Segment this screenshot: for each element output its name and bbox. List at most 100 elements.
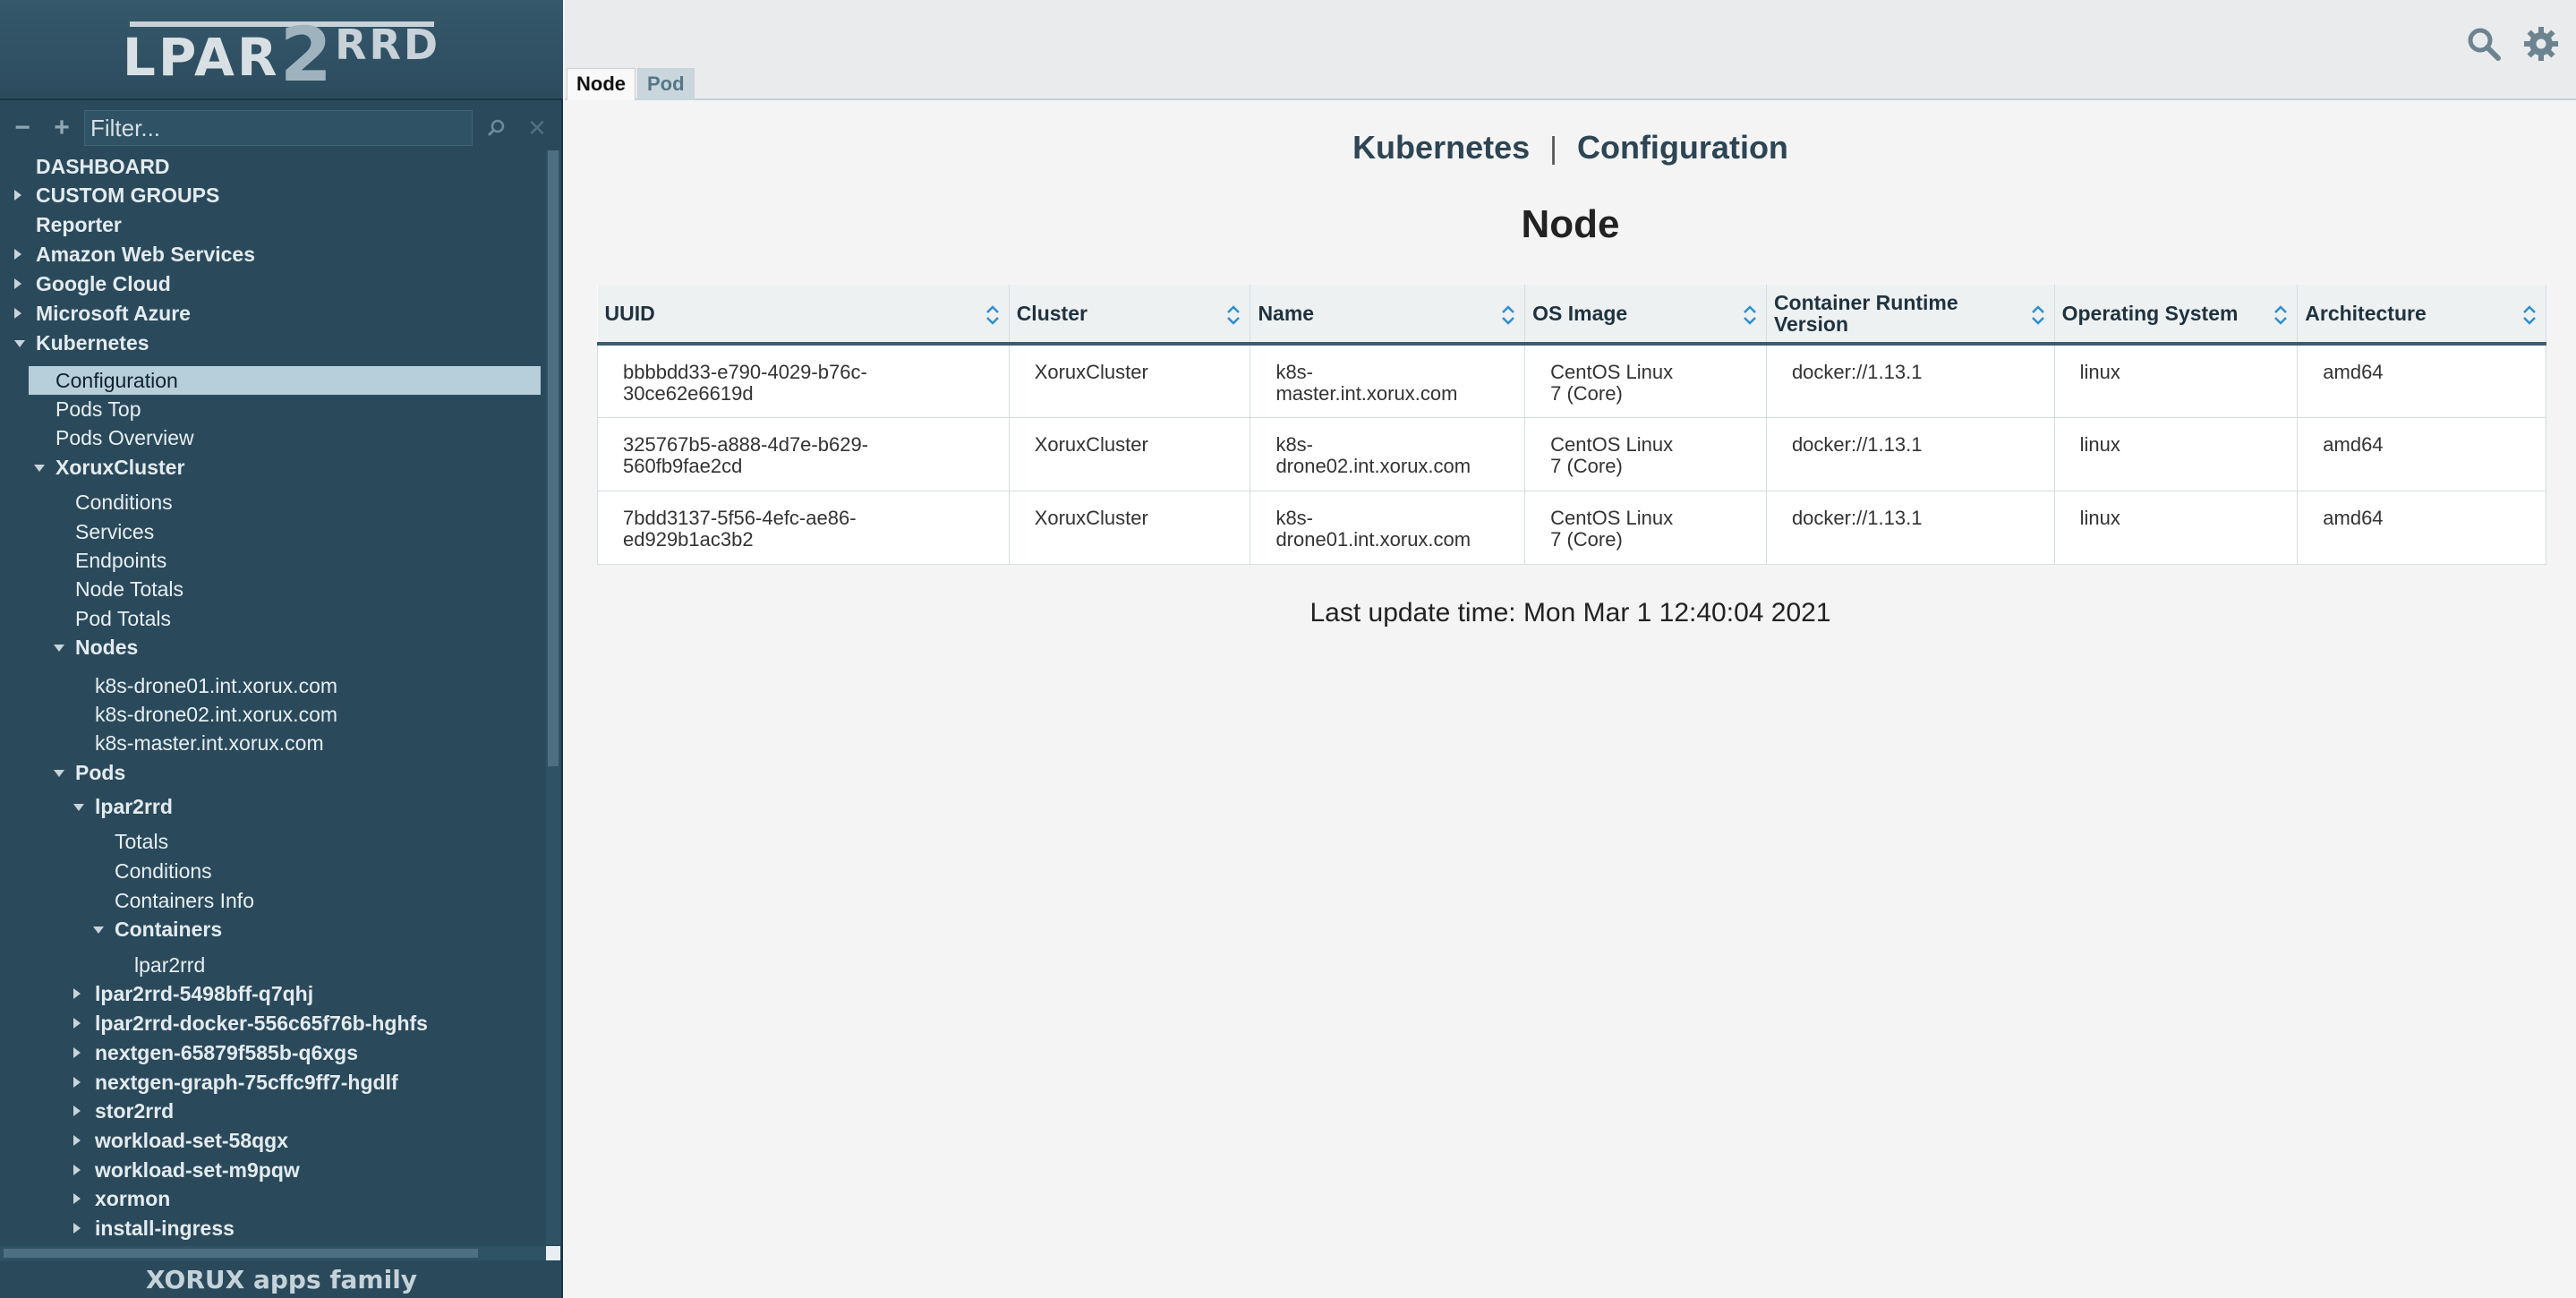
caret-right-icon[interactable] <box>14 249 21 260</box>
sort-icon[interactable] <box>1743 304 1757 326</box>
tree-item[interactable]: Containers <box>93 915 223 944</box>
caret-right-icon[interactable] <box>14 278 21 289</box>
breadcrumb-section[interactable]: Kubernetes <box>1352 129 1530 166</box>
tree-item[interactable]: Amazon Web Services <box>14 240 255 269</box>
filter-clear-button[interactable]: ✕ <box>519 110 555 146</box>
caret-right-icon[interactable] <box>73 1193 81 1204</box>
column-header[interactable]: Container Runtime Version <box>1766 285 2055 346</box>
caret-down-icon[interactable] <box>54 645 64 652</box>
caret-right-icon[interactable] <box>73 1223 81 1234</box>
tree-item[interactable]: CUSTOM GROUPS <box>14 181 220 209</box>
tree-item[interactable]: k8s-drone02.int.xorux.com <box>95 700 337 729</box>
caret-right-icon[interactable] <box>73 1165 81 1175</box>
caret-right-icon[interactable] <box>14 190 21 201</box>
sidebar-footer[interactable]: XORUX apps family <box>0 1260 563 1298</box>
sort-icon[interactable] <box>1226 304 1241 326</box>
sort-icon[interactable] <box>2031 304 2045 326</box>
caret-down-icon[interactable] <box>54 770 64 777</box>
caret-right-icon[interactable] <box>73 1047 81 1058</box>
page-title: Node <box>1521 202 1620 246</box>
gear-icon[interactable] <box>2522 25 2560 63</box>
tree-item[interactable]: xormon <box>73 1184 170 1213</box>
tree-item[interactable]: Nodes <box>54 633 138 662</box>
tree-item[interactable]: k8s-drone01.int.xorux.com <box>95 671 337 700</box>
tree-item[interactable]: Pods <box>54 758 125 787</box>
caret-down-icon[interactable] <box>73 804 84 811</box>
search-icon <box>487 119 505 137</box>
filter-input[interactable] <box>84 110 473 146</box>
caret-right-icon[interactable] <box>73 1077 81 1088</box>
scrollbar-thumb[interactable] <box>548 150 559 766</box>
sidebar-horizontal-scrollbar[interactable] <box>0 1246 560 1260</box>
tree-item[interactable]: lpar2rrd-5498bff-q7qhj <box>73 979 313 1008</box>
tree-item[interactable]: lpar2rrd-docker-556c65f76b-hghfs <box>73 1009 428 1038</box>
filter-search-button[interactable] <box>478 110 514 146</box>
tree-item[interactable]: Pods Top <box>55 395 141 423</box>
table-cell: XoruxCluster <box>1008 417 1251 491</box>
tree-item-label: Reporter <box>36 213 122 236</box>
breadcrumb-page[interactable]: Configuration <box>1577 129 1788 166</box>
tree-item[interactable]: nextgen-65879f585b-q6xgs <box>73 1038 358 1067</box>
tree-item[interactable]: Totals <box>115 827 168 856</box>
tree-item[interactable]: lpar2rrd <box>134 951 205 979</box>
tab-node[interactable]: Node <box>567 68 635 100</box>
column-header[interactable]: UUID <box>597 285 1010 346</box>
column-header[interactable]: Operating System <box>2054 285 2299 346</box>
tree-item[interactable]: Node Totals <box>75 575 183 603</box>
tree-item-label: Pods Top <box>55 397 141 421</box>
caret-right-icon[interactable] <box>73 1018 81 1029</box>
tree-item[interactable]: install-ingress <box>73 1214 235 1242</box>
tree-item[interactable]: Containers Info <box>115 886 254 915</box>
table-header-row: UUID Cluster Name OS Image Container Runtime… <box>597 285 2546 346</box>
caret-right-icon[interactable] <box>73 1106 81 1116</box>
column-header-label: Cluster <box>1016 302 1088 325</box>
top-bar: Node Pod <box>565 0 2576 100</box>
scrollbar-thumb[interactable] <box>4 1249 478 1258</box>
tree-item[interactable]: Pod Totals <box>75 604 171 633</box>
column-header[interactable]: OS Image <box>1524 285 1767 346</box>
sort-icon[interactable] <box>1501 304 1515 326</box>
tab-pod[interactable]: Pod <box>637 68 695 100</box>
tree-item[interactable]: Google Cloud <box>14 269 171 298</box>
collapse-all-button[interactable]: − <box>5 111 39 145</box>
caret-down-icon[interactable] <box>14 340 25 347</box>
tree-item[interactable]: Conditions <box>75 488 173 517</box>
sidebar-vertical-scrollbar[interactable] <box>546 150 560 1244</box>
tree-item-label: CUSTOM GROUPS <box>36 184 220 207</box>
search-icon[interactable] <box>2465 25 2503 63</box>
caret-right-icon[interactable] <box>73 1135 81 1146</box>
tree-item[interactable]: XoruxCluster <box>34 453 184 482</box>
tree-item-label: Kubernetes <box>36 331 149 354</box>
column-header[interactable]: Cluster <box>1009 285 1251 346</box>
tree-item[interactable]: workload-set-m9pqw <box>73 1156 300 1184</box>
tree-item[interactable]: workload-set-58qgx <box>73 1126 288 1155</box>
sort-icon[interactable] <box>985 304 1000 326</box>
app-logo[interactable]: LPAR2RRD <box>0 0 563 100</box>
breadcrumb-separator: | <box>1549 132 1557 166</box>
tree-item[interactable]: stor2rrd <box>73 1097 174 1125</box>
tree-item[interactable]: Conditions <box>115 857 212 885</box>
tree-item[interactable]: Pods Overview <box>55 423 194 452</box>
caret-right-icon[interactable] <box>73 988 81 999</box>
expand-all-button[interactable]: + <box>45 111 79 145</box>
tree-item[interactable]: Reporter <box>36 210 122 239</box>
tree-item[interactable]: nextgen-graph-75cffc9ff7-hgdlf <box>73 1068 398 1097</box>
tree-item[interactable]: DASHBOARD <box>36 152 170 181</box>
caret-down-icon[interactable] <box>93 927 104 934</box>
tree-item-label: Containers <box>115 918 223 941</box>
caret-right-icon[interactable] <box>14 308 21 319</box>
caret-down-icon[interactable] <box>34 465 45 472</box>
column-header[interactable]: Name <box>1250 285 1526 346</box>
table-cell: amd64 <box>2297 417 2546 491</box>
column-header[interactable]: Architecture <box>2297 285 2546 346</box>
tree-item-label: Totals <box>115 830 169 853</box>
tree-item[interactable]: Configuration <box>29 366 541 395</box>
tree-item[interactable]: Kubernetes <box>14 329 149 357</box>
tree-item[interactable]: Endpoints <box>75 546 166 575</box>
tree-item[interactable]: k8s-master.int.xorux.com <box>95 729 324 757</box>
tree-item[interactable]: Services <box>75 517 154 546</box>
sort-icon[interactable] <box>2273 304 2288 326</box>
tree-item[interactable]: lpar2rrd <box>73 792 173 821</box>
tree-item[interactable]: Microsoft Azure <box>14 299 191 328</box>
sort-icon[interactable] <box>2522 304 2537 326</box>
